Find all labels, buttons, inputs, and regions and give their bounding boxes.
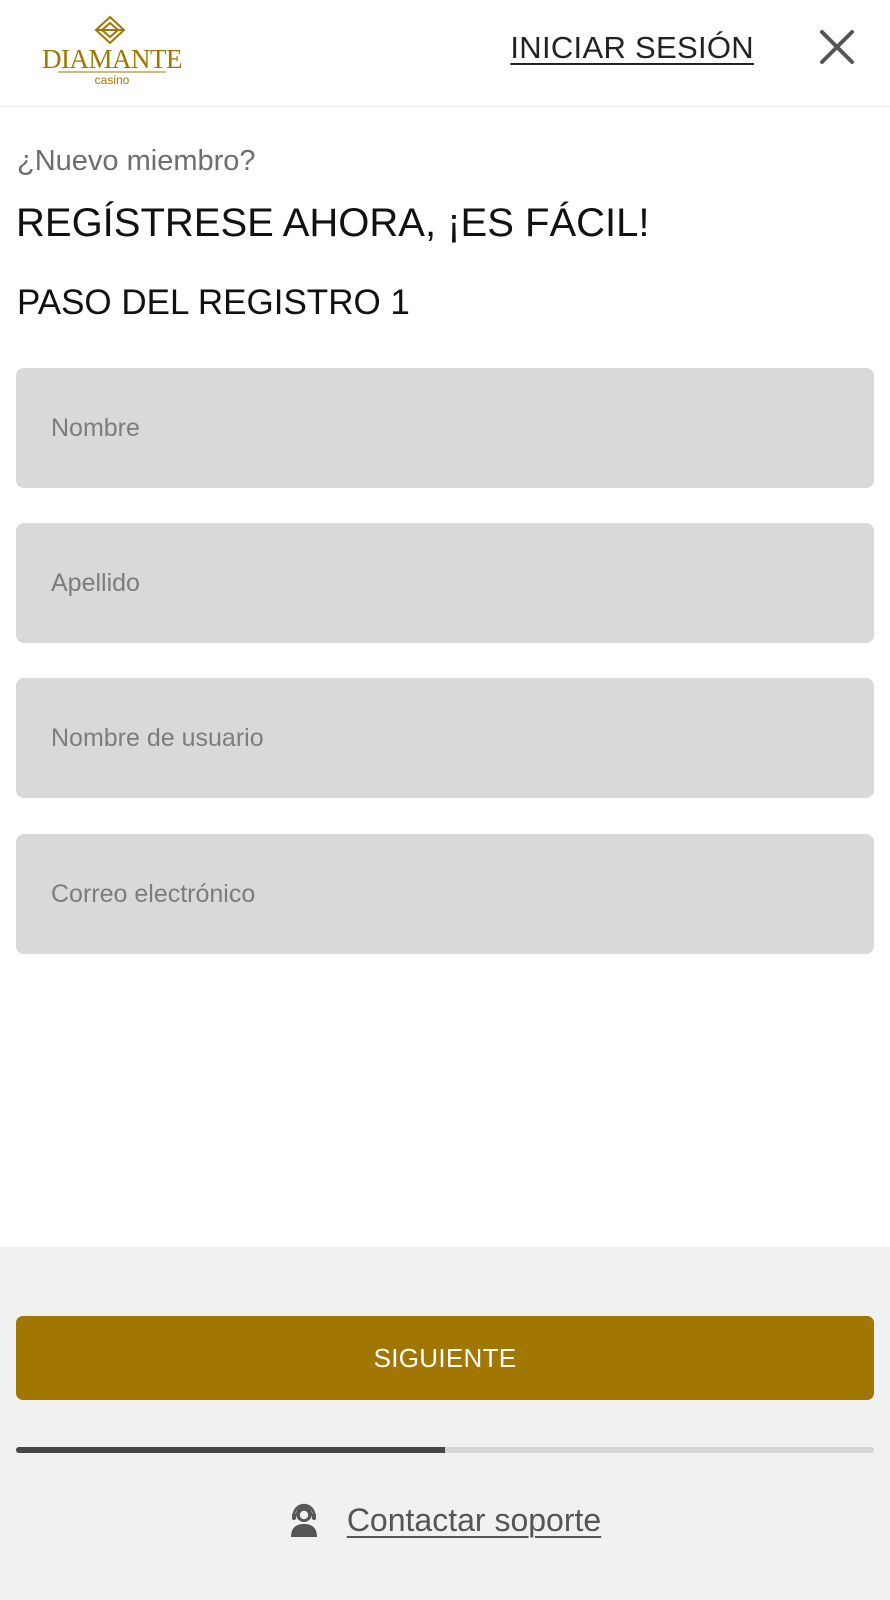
email-input[interactable]	[16, 834, 874, 954]
form-footer: SIGUIENTE Contactar soporte	[0, 1247, 890, 1600]
last-name-input[interactable]	[16, 523, 874, 643]
logo-subtext: casino	[95, 73, 130, 87]
next-button[interactable]: SIGUIENTE	[16, 1316, 874, 1400]
support-row: Contactar soporte	[0, 1500, 890, 1540]
first-name-input[interactable]	[16, 368, 874, 488]
contact-support-link[interactable]: Contactar soporte	[347, 1502, 601, 1539]
registration-progress-bar	[16, 1447, 874, 1453]
username-input[interactable]	[16, 678, 874, 798]
page-title: REGÍSTRESE AHORA, ¡ES FÁCIL!	[16, 201, 650, 245]
new-member-label: ¿Nuevo miembro?	[17, 145, 256, 177]
login-link[interactable]: INICIAR SESIÓN	[510, 30, 754, 66]
support-agent-icon[interactable]	[289, 1503, 319, 1537]
diamante-casino-logo[interactable]: DIAMANTE casino	[36, 14, 188, 90]
logo-wordmark: DIAMANTE	[42, 44, 182, 74]
top-bar: DIAMANTE casino INICIAR SESIÓN	[0, 0, 890, 107]
diamond-logo-icon: DIAMANTE casino	[42, 15, 182, 87]
close-button[interactable]	[818, 28, 856, 66]
step-label: PASO DEL REGISTRO 1	[17, 283, 410, 322]
progress-fill	[16, 1447, 445, 1453]
close-icon	[820, 30, 854, 64]
